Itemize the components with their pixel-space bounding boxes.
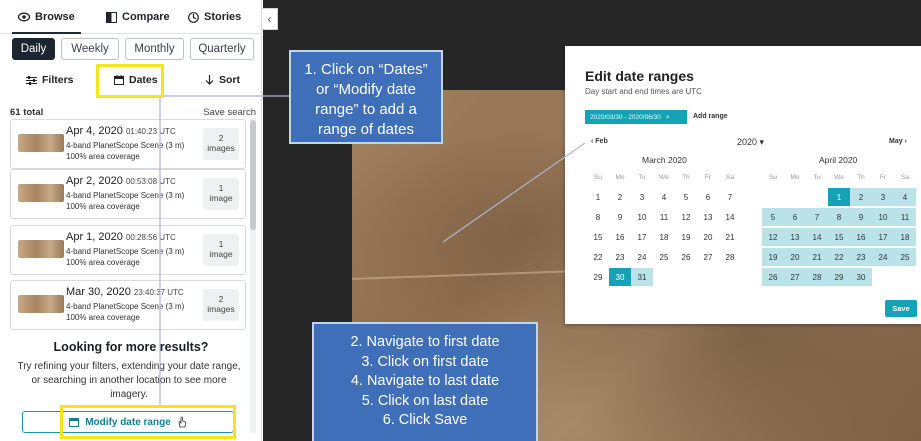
callout-line: range” to add a: [315, 101, 417, 118]
callout-steps-2-6: 2. Navigate to first date 3. Click on fi…: [312, 322, 538, 441]
callout-line: or “Modify date: [315, 81, 417, 98]
callout-line: 1. Click on “Dates”: [304, 61, 428, 78]
callout-line: 2. Navigate to first date: [350, 334, 500, 350]
callout-step-1: 1. Click on “Dates” or “Modify date rang…: [289, 50, 443, 144]
callout-line: 4. Navigate to last date: [350, 373, 500, 390]
callout-line: range of dates: [318, 121, 414, 138]
callout-line: 3. Click on first date: [361, 353, 489, 370]
callout-line: 6. Click Save: [382, 412, 468, 429]
callout-line: 5. Click on last date: [361, 392, 489, 409]
